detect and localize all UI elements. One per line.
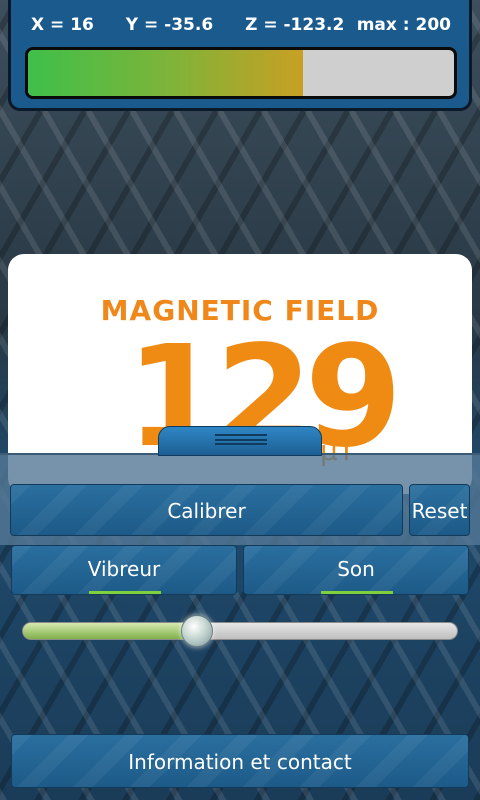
sound-label: Son <box>337 557 375 581</box>
reset-button[interactable]: Reset <box>409 484 470 536</box>
calibrate-button[interactable]: Calibrer <box>10 484 403 536</box>
y-readout: Y = -35.6 <box>125 15 214 35</box>
vibrate-label: Vibreur <box>87 557 161 581</box>
z-readout: Z = -123.2 <box>245 15 345 35</box>
vibrate-toggle[interactable]: Vibreur <box>11 545 237 595</box>
sound-on-indicator <box>321 591 393 594</box>
x-readout: X = 16 <box>31 15 94 35</box>
level-bar-fill <box>28 50 303 96</box>
sound-toggle[interactable]: Son <box>243 545 469 595</box>
slider-thumb[interactable] <box>180 615 213 647</box>
sensitivity-slider[interactable] <box>22 615 458 647</box>
max-readout: max : 200 <box>356 15 451 35</box>
grip-icon <box>215 434 267 445</box>
readout-panel: X = 16 Y = -35.6 Z = -123.2 max : 200 <box>8 0 472 111</box>
info-contact-button[interactable]: Information et contact <box>11 734 469 788</box>
vibrate-on-indicator <box>89 591 161 594</box>
level-bar <box>25 47 457 99</box>
axis-readouts: X = 16 Y = -35.6 Z = -123.2 <box>31 15 370 35</box>
drawer-handle[interactable] <box>158 426 322 456</box>
slider-fill <box>23 623 197 639</box>
